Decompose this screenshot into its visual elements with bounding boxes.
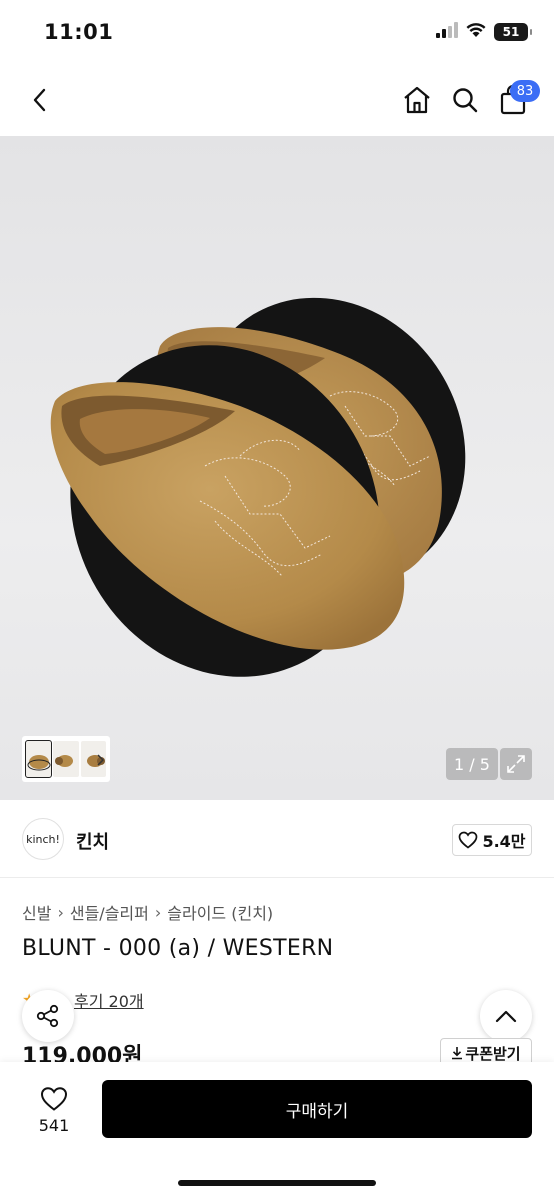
image-page-counter: 1 / 5 xyxy=(446,748,498,780)
wifi-icon xyxy=(466,22,486,42)
status-bar: 11:01 51 xyxy=(0,0,554,66)
cart-count-badge: 83 xyxy=(510,80,540,102)
breadcrumb-item[interactable]: 신발 xyxy=(22,900,51,924)
product-image-gallery[interactable]: 1 / 5 xyxy=(0,136,554,800)
scroll-top-button[interactable] xyxy=(480,990,532,1042)
back-button[interactable] xyxy=(22,82,58,118)
product-photo xyxy=(50,297,466,677)
search-button[interactable] xyxy=(446,81,484,119)
search-icon xyxy=(453,88,478,113)
chevron-right-icon[interactable] xyxy=(96,751,105,770)
brand-row[interactable]: kinch! 킨치 5.4만 xyxy=(0,800,554,878)
home-button[interactable] xyxy=(398,81,436,119)
chevron-up-icon xyxy=(495,1010,517,1023)
heart-icon xyxy=(40,1086,68,1111)
chevron-right-icon: › xyxy=(57,902,64,922)
brand-logo[interactable]: kinch! xyxy=(22,818,64,860)
chevron-right-icon: › xyxy=(154,902,162,922)
coupon-label: 쿠폰받기 xyxy=(465,1044,521,1063)
thumbnail-2[interactable] xyxy=(53,741,79,777)
review-count-link[interactable]: 후기 20개 xyxy=(74,988,144,1012)
status-icons: 51 xyxy=(436,22,532,42)
product-title: BLUNT - 000 (a) / WESTERN xyxy=(22,936,334,961)
expand-icon xyxy=(507,755,525,773)
battery-icon: 51 xyxy=(494,23,532,41)
breadcrumb-item[interactable]: 슬라이드 (킨치) xyxy=(167,900,273,924)
heart-icon xyxy=(459,831,478,849)
chevron-left-icon xyxy=(33,88,46,112)
buy-button[interactable]: 구매하기 xyxy=(102,1080,532,1138)
breadcrumb: 신발 › 샌들/슬리퍼 › 슬라이드 (킨치) xyxy=(22,900,273,924)
nav-bar xyxy=(0,66,554,136)
download-icon xyxy=(452,1047,463,1060)
thumbnail-strip[interactable] xyxy=(22,736,110,782)
share-button[interactable] xyxy=(22,990,74,1042)
signal-icon xyxy=(436,22,458,42)
wishlist-count: 541 xyxy=(38,1115,70,1135)
bottom-action-bar: 541 구매하기 xyxy=(0,1062,554,1200)
breadcrumb-item[interactable]: 샌들/슬리퍼 xyxy=(70,900,149,924)
share-icon xyxy=(36,1004,59,1028)
expand-image-button[interactable] xyxy=(500,748,532,780)
status-time: 11:01 xyxy=(44,20,114,44)
thumbnail-1[interactable] xyxy=(24,740,53,778)
home-indicator xyxy=(178,1180,376,1186)
brand-like-count: 5.4만 xyxy=(482,832,526,851)
brand-like-button[interactable]: 5.4만 xyxy=(452,824,532,856)
home-icon xyxy=(404,86,430,114)
wishlist-button[interactable]: 541 xyxy=(22,1080,86,1140)
brand-name[interactable]: 킨치 xyxy=(76,828,109,854)
